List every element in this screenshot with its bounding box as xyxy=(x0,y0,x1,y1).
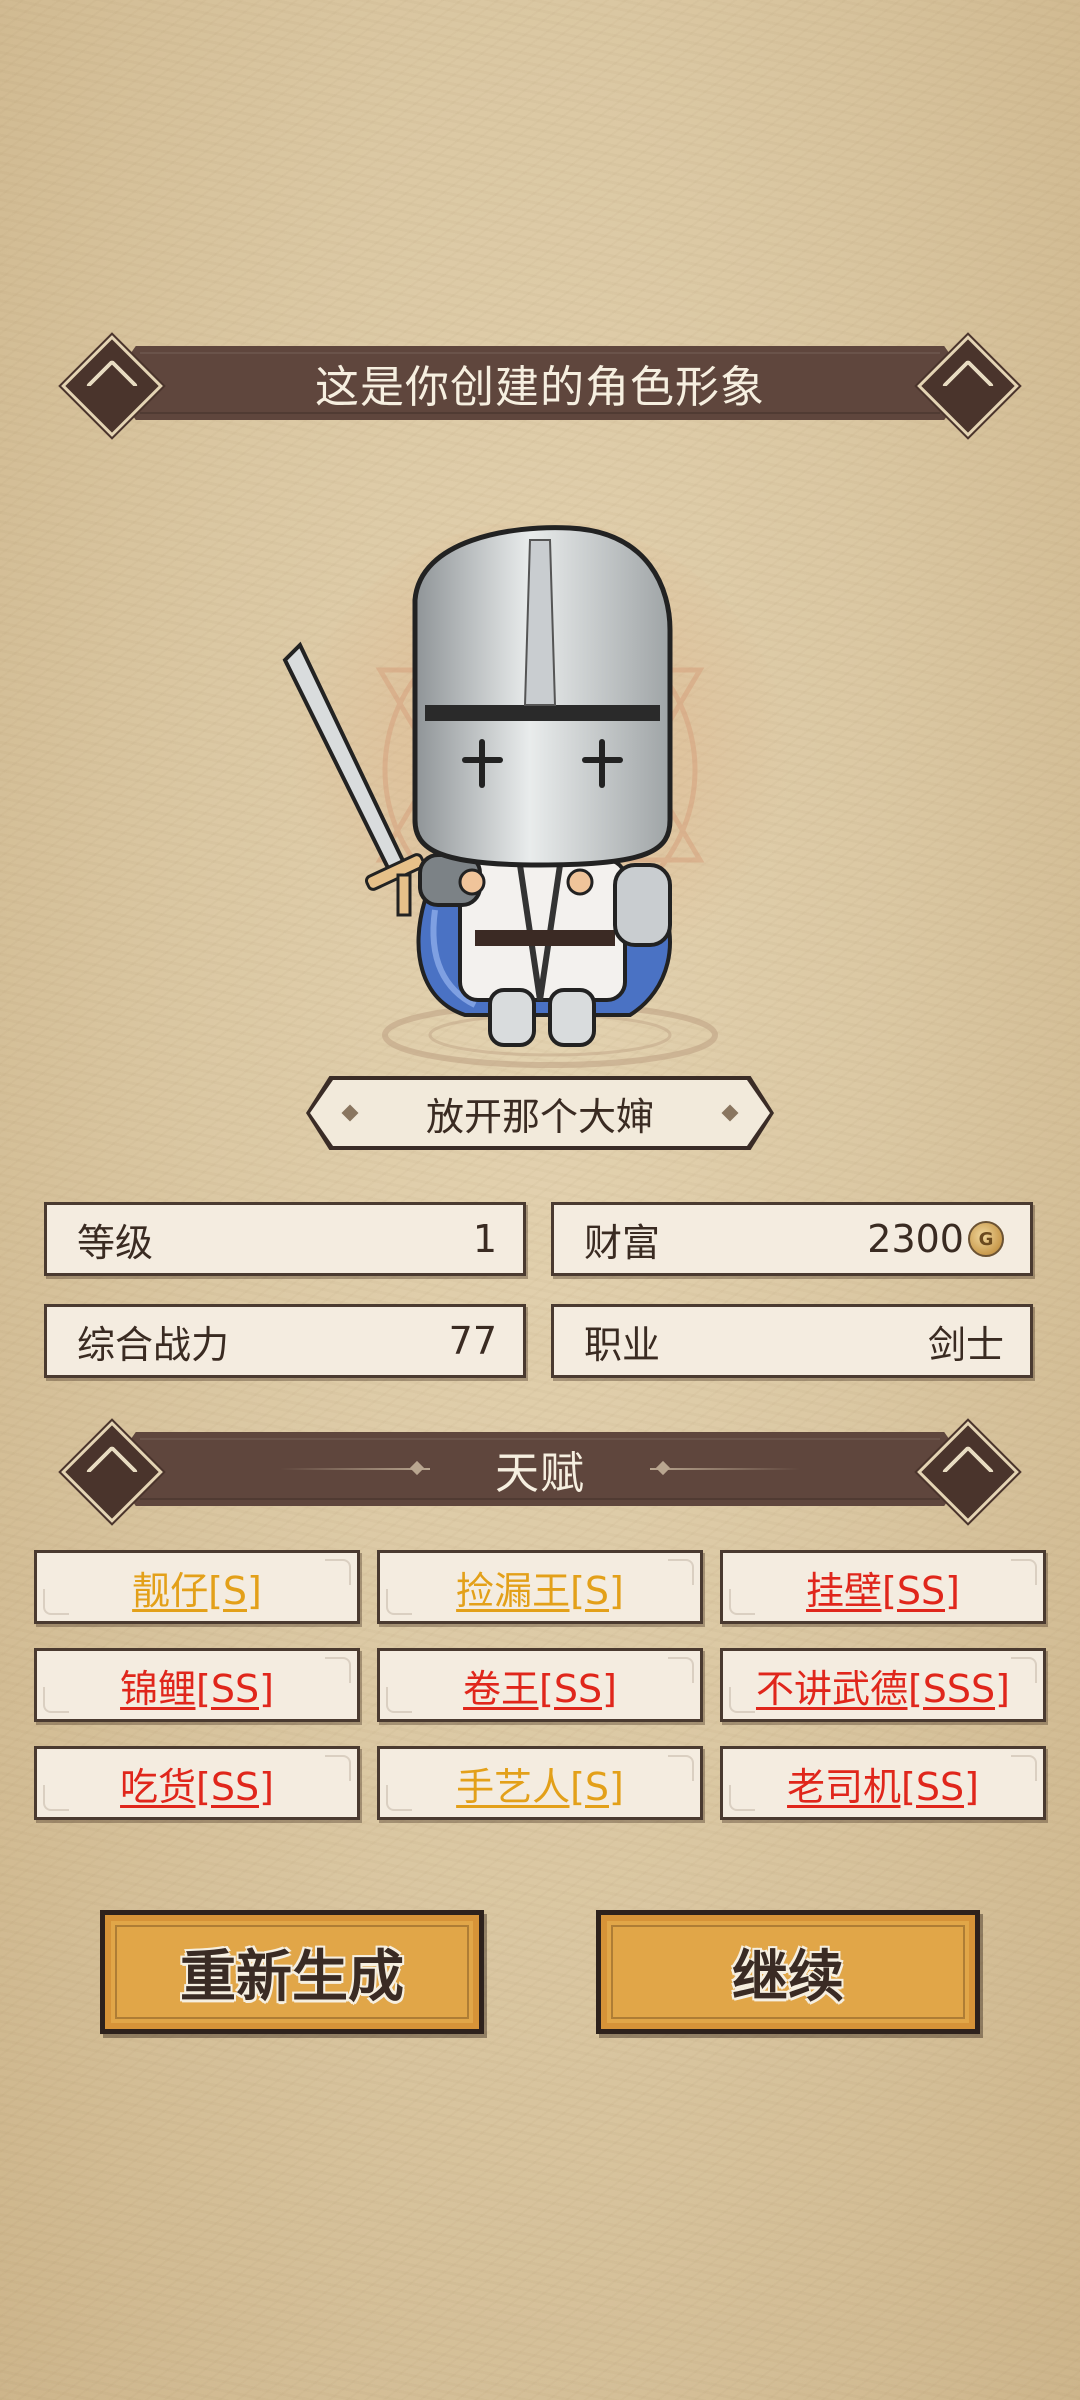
continue-button[interactable]: 继续 xyxy=(596,1910,980,2034)
talent-item[interactable]: 不讲武德[SSS] xyxy=(720,1648,1046,1722)
talent-label: 挂壁[SS] xyxy=(806,1568,960,1613)
talent-label: 吃货[SS] xyxy=(120,1764,274,1809)
stat-power: 综合战力 77 xyxy=(44,1304,526,1378)
talent-label: 不讲武德[SSS] xyxy=(755,1666,1010,1711)
talent-label: 锦鲤[SS] xyxy=(120,1666,274,1711)
gold-coin-icon: G xyxy=(968,1221,1004,1257)
talent-item[interactable]: 老司机[SS] xyxy=(720,1746,1046,1820)
stat-level-value: 1 xyxy=(472,1217,497,1261)
stat-class-value: 剑士 xyxy=(927,1322,1004,1367)
talents-banner: 天赋 xyxy=(61,1421,1019,1523)
talent-label: 捡漏王[S] xyxy=(456,1568,624,1613)
stat-wealth: 财富 2300 G xyxy=(551,1202,1033,1276)
talent-item[interactable]: 手艺人[S] xyxy=(377,1746,703,1820)
talent-item[interactable]: 捡漏王[S] xyxy=(377,1550,703,1624)
talent-item[interactable]: 吃货[SS] xyxy=(34,1746,360,1820)
stat-power-value: 77 xyxy=(448,1319,497,1363)
stat-level-label: 等级 xyxy=(77,1220,154,1265)
stat-wealth-value: 2300 xyxy=(867,1217,964,1261)
page-title: 这是你创建的角色形象 xyxy=(315,362,765,413)
stat-class: 职业 剑士 xyxy=(551,1304,1033,1378)
stat-class-label: 职业 xyxy=(584,1322,661,1367)
stat-power-label: 综合战力 xyxy=(77,1322,230,1367)
stat-level: 等级 1 xyxy=(44,1202,526,1276)
header-banner: 这是你创建的角色形象 xyxy=(61,335,1019,437)
knight-character-icon xyxy=(282,520,790,1068)
talent-item[interactable]: 靓仔[S] xyxy=(34,1550,360,1624)
talents-title: 天赋 xyxy=(495,1448,585,1499)
character-name: 放开那个大婶 xyxy=(425,1094,654,1139)
talent-item[interactable]: 挂壁[SS] xyxy=(720,1550,1046,1624)
talent-label: 手艺人[S] xyxy=(456,1764,624,1809)
talent-label: 老司机[SS] xyxy=(787,1764,979,1809)
talent-item[interactable]: 锦鲤[SS] xyxy=(34,1648,360,1722)
talent-label: 卷王[SS] xyxy=(463,1666,617,1711)
regenerate-button[interactable]: 重新生成 xyxy=(100,1910,484,2034)
character-name-plate: 放开那个大婶 xyxy=(310,1080,770,1146)
stat-wealth-label: 财富 xyxy=(584,1220,661,1265)
talent-item[interactable]: 卷王[SS] xyxy=(377,1648,703,1722)
talent-label: 靓仔[S] xyxy=(132,1568,262,1613)
